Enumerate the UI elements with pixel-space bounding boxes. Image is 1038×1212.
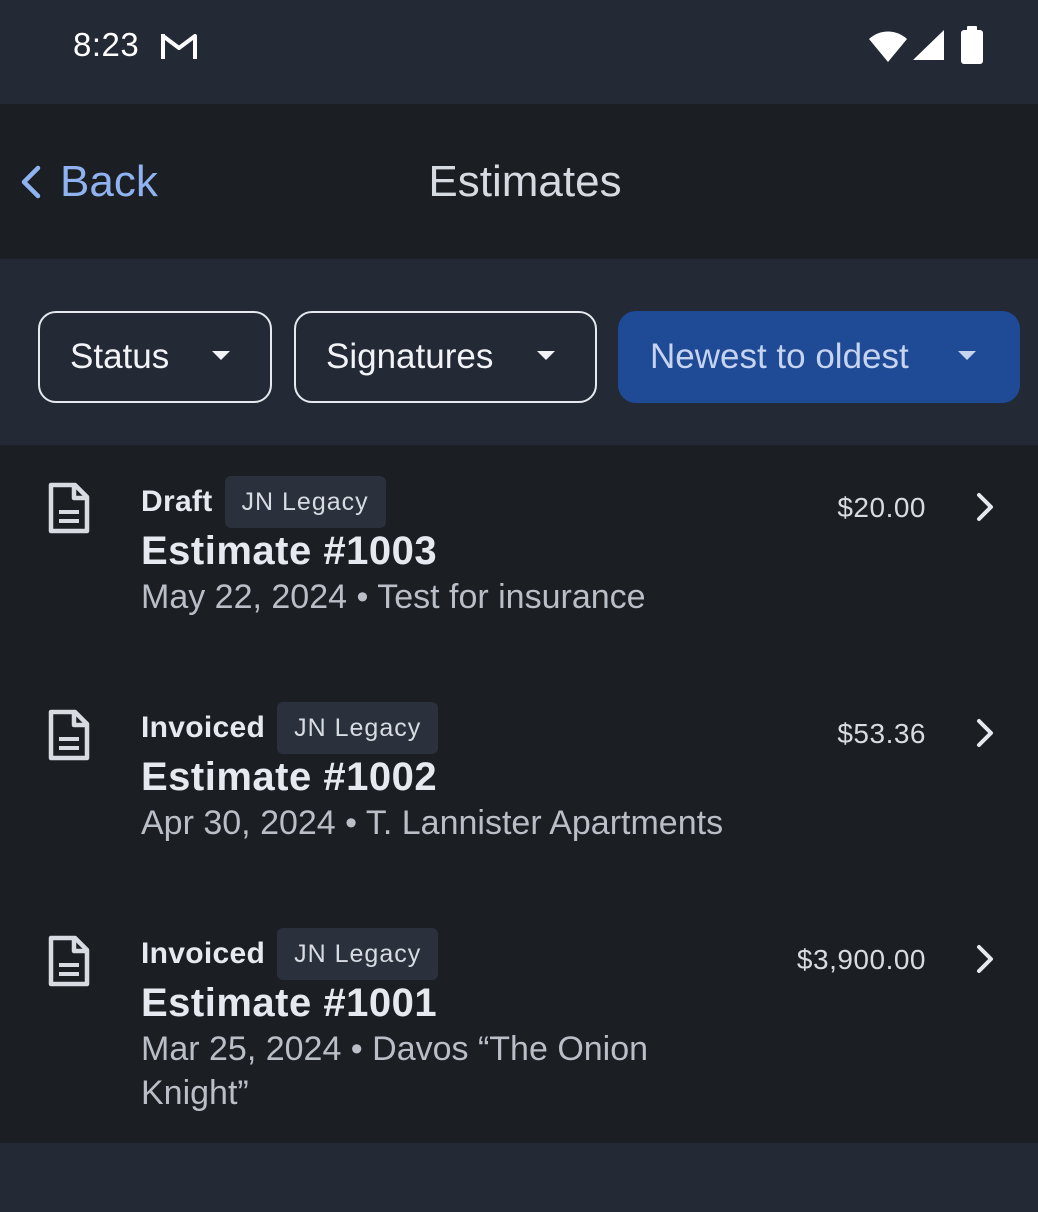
status-filter-label: Status (70, 337, 170, 376)
wifi-icon (869, 31, 907, 62)
estimate-tag: JN Legacy (224, 476, 386, 528)
bottom-area (0, 1143, 1038, 1212)
app-header: Back Estimates (0, 104, 1038, 259)
estimate-list-item[interactable]: Invoiced JN Legacy Estimate #1001 Mar 25… (0, 897, 1038, 1143)
chevron-right-icon (977, 493, 993, 521)
gmail-icon (161, 34, 197, 59)
filter-bar: Status Signatures Newest to oldest (0, 259, 1038, 445)
estimate-status-line: Invoiced JN Legacy (141, 928, 439, 980)
caret-down-icon (212, 351, 230, 360)
estimate-status-line: Draft JN Legacy (141, 476, 386, 528)
battery-icon (961, 26, 983, 64)
estimate-list-item[interactable]: Draft JN Legacy Estimate #1003 May 22, 2… (0, 445, 1038, 671)
chevron-right-icon (977, 945, 993, 973)
estimate-subtitle: May 22, 2024 • Test for insurance (141, 578, 646, 616)
status-time: 8:23 (73, 26, 140, 63)
estimate-tag: JN Legacy (277, 702, 439, 754)
estimate-amount: $3,900.00 (796, 944, 926, 975)
sort-order-label: Newest to oldest (650, 337, 909, 376)
signal-icon (913, 30, 944, 60)
estimate-amount: $20.00 (837, 492, 926, 523)
document-icon (48, 935, 90, 987)
estimate-status-line: Invoiced JN Legacy (141, 702, 439, 754)
estimates-list: Draft JN Legacy Estimate #1003 May 22, 2… (0, 445, 1038, 1143)
estimate-title: Estimate #1001 (141, 981, 438, 1025)
status-filter-dropdown[interactable]: Status (38, 311, 272, 403)
estimate-status: Invoiced (141, 711, 266, 744)
sort-order-dropdown[interactable]: Newest to oldest (618, 311, 1020, 403)
document-icon (48, 709, 90, 761)
estimate-amount: $53.36 (837, 718, 926, 749)
chevron-right-icon (977, 719, 993, 747)
estimate-status: Draft (141, 485, 213, 518)
signatures-filter-label: Signatures (326, 337, 494, 376)
estimate-title: Estimate #1002 (141, 755, 438, 799)
document-icon (48, 482, 90, 534)
estimate-subtitle: Apr 30, 2024 • T. Lannister Apartments (141, 804, 724, 842)
signatures-filter-dropdown[interactable]: Signatures (294, 311, 597, 403)
estimate-status: Invoiced (141, 937, 266, 970)
page-title: Estimates (428, 157, 622, 206)
estimate-subtitle: Mar 25, 2024 • Davos “The Onion Knight” (141, 1030, 649, 1112)
caret-down-icon (958, 351, 976, 360)
status-bar: 8:23 (0, 0, 1038, 104)
estimate-title: Estimate #1003 (141, 529, 438, 573)
estimate-tag: JN Legacy (277, 928, 439, 980)
estimate-list-item[interactable]: Invoiced JN Legacy Estimate #1002 Apr 30… (0, 671, 1038, 897)
caret-down-icon (537, 351, 555, 360)
